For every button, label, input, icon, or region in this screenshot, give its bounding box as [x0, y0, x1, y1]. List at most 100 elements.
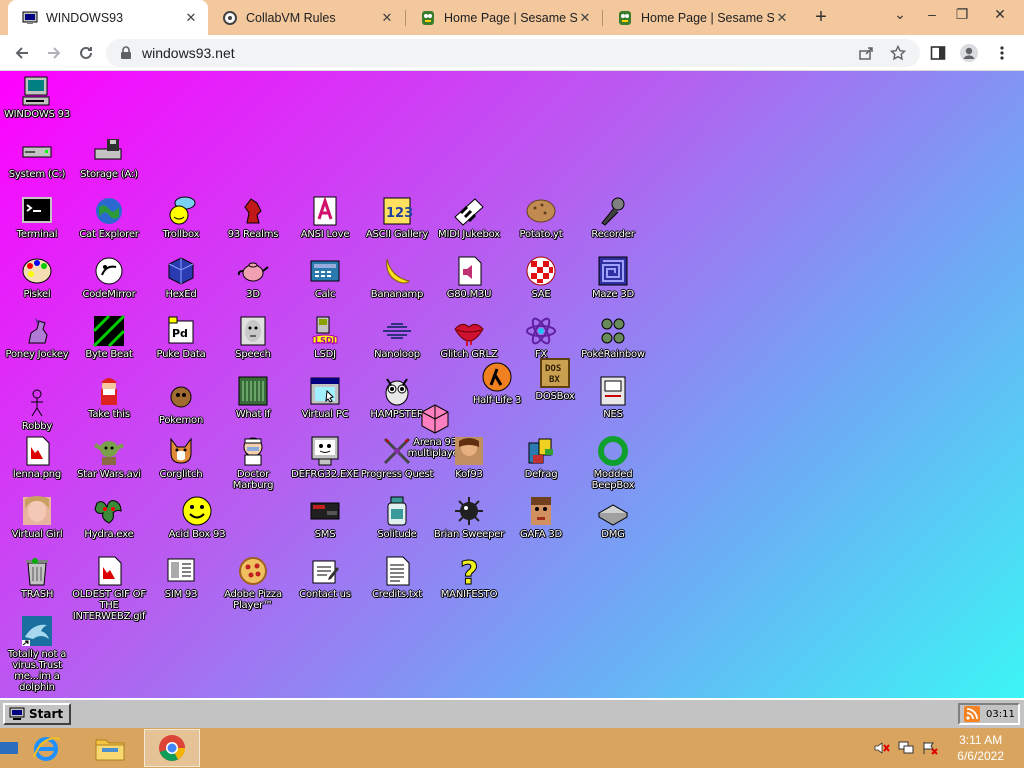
desktop-icon-defrg32[interactable]: DEFRG32.EXE: [288, 435, 362, 480]
yoda-icon: [94, 441, 124, 465]
desktop-icon-sms[interactable]: SMS: [288, 495, 362, 540]
address-bar[interactable]: windows93.net: [106, 39, 920, 67]
close-window-button[interactable]: ✕: [990, 4, 1010, 24]
desktop-icon-hexed[interactable]: HexEd: [144, 255, 218, 300]
back-button[interactable]: [10, 41, 34, 65]
desktop-icon-nanoloop[interactable]: Nanoloop: [360, 315, 434, 360]
desktop-icon-fx[interactable]: FX: [504, 315, 578, 360]
desktop-icon-byte-beat[interactable]: Byte Beat: [72, 315, 146, 360]
desktop-icon-storage-a[interactable]: Storage (A:): [72, 135, 146, 180]
desktop-icon-codemirror[interactable]: CodeMirror: [72, 255, 146, 300]
close-tab-icon[interactable]: ✕: [577, 10, 593, 26]
desktop-icon-manifesto[interactable]: ? MANIFESTO: [432, 555, 506, 600]
reload-button[interactable]: [74, 41, 98, 65]
desktop-icon-pokerainbow[interactable]: PokéRainbow: [576, 315, 650, 360]
tab-sesame-street-2[interactable]: Home Page | Sesame Stre ✕: [603, 0, 799, 35]
network-icon[interactable]: [898, 741, 914, 755]
restore-button[interactable]: ❐: [952, 4, 972, 24]
audio-file-icon: [458, 256, 482, 286]
icon-label: Progress Quest: [360, 469, 434, 480]
desktop-icon-glitch-grlz[interactable]: Glitch GRLZ: [432, 315, 506, 360]
desktop-icon-nes[interactable]: NES: [576, 375, 650, 420]
desktop-icon-bananamp[interactable]: Bananamp: [360, 255, 434, 300]
bookmark-button[interactable]: [886, 41, 910, 65]
profile-button[interactable]: [957, 41, 981, 65]
desktop-icon-ansi-love[interactable]: ANSI Love: [288, 195, 362, 240]
desktop-icon-robby[interactable]: Robby: [0, 387, 74, 432]
desktop-icon-system-c[interactable]: System (C:): [0, 135, 74, 180]
desktop-icon-kof93[interactable]: Kof93: [432, 435, 506, 480]
taskbar-file-explorer[interactable]: [82, 729, 138, 767]
icon-label: System (C:): [8, 169, 66, 180]
rss-icon[interactable]: [964, 706, 980, 722]
desktop-icon-potato[interactable]: Potato.yt: [504, 195, 578, 240]
desktop-icon-ascii-gallery[interactable]: 123 ASCII Gallery: [360, 195, 434, 240]
desktop-icon-dolphin[interactable]: Totally not a virus.Trust me...im a dolp…: [0, 615, 74, 693]
desktop-icon-midi-jukebox[interactable]: MIDI Jukebox: [432, 195, 506, 240]
desktop-icon-contact-us[interactable]: Contact us: [288, 555, 362, 600]
desktop-icon-windows93[interactable]: WINDOWS 93: [0, 75, 74, 120]
tab-collabvm-rules[interactable]: CollabVM Rules ✕: [208, 0, 404, 35]
clock-time: 3:11 AM: [959, 733, 1003, 747]
icon-label: Kof93: [455, 469, 483, 480]
desktop-icon-g80m3u[interactable]: G80.M3U: [432, 255, 506, 300]
desktop-icon-take-this[interactable]: Take this: [72, 375, 146, 420]
desktop-icon-oldest-gif[interactable]: OLDEST GIF OF THE INTERWEBZ.gif: [72, 555, 146, 622]
desktop-icon-speech[interactable]: Speech: [216, 315, 290, 360]
desktop-icon-credits[interactable]: Credits.txt: [360, 555, 434, 600]
desktop-icon-virtual-pc[interactable]: Virtual PC: [288, 375, 362, 420]
desktop-icon-cat-explorer[interactable]: Cat Explorer: [72, 195, 146, 240]
desktop-icon-trash[interactable]: TRASH: [0, 555, 74, 600]
desktop-icon-defrag[interactable]: Defrag: [504, 435, 578, 480]
chrome-menu-button[interactable]: [990, 41, 1014, 65]
desktop-icon-doctor-marburg[interactable]: Doctor Marburg: [216, 435, 290, 491]
desktop-icon-star-wars[interactable]: Star Wars.avi: [72, 435, 146, 480]
desktop-icon-virtual-girl[interactable]: Virtual Girl: [0, 495, 74, 540]
taskbar-google-chrome[interactable]: [144, 729, 200, 767]
desktop-icon-calc[interactable]: Calc: [288, 255, 362, 300]
desktop-icon-brian-sweeper[interactable]: Brian Sweeper: [432, 495, 506, 540]
piano-icon: [454, 198, 484, 226]
desktop-icon-dmg[interactable]: DMG: [576, 495, 650, 540]
tab-sesame-street-1[interactable]: Home Page | Sesame Stre ✕: [406, 0, 602, 35]
close-tab-icon[interactable]: ✕: [379, 10, 395, 26]
desktop-icon-acid-box[interactable]: Acid Box 93: [160, 495, 234, 540]
share-button[interactable]: [854, 41, 878, 65]
desktop-icon-poney-jockey[interactable]: Poney Jockey: [0, 315, 74, 360]
desktop-icon-gafa-3d[interactable]: GAFA 3D: [504, 495, 578, 540]
desktop-icon-lenna[interactable]: lenna.png: [0, 435, 74, 480]
windows-start-corner[interactable]: [0, 742, 18, 754]
new-tab-button[interactable]: +: [810, 6, 832, 28]
desktop-icon-corglitch[interactable]: Corglitch: [144, 435, 218, 480]
desktop-icon-solitude[interactable]: Solitude: [360, 495, 434, 540]
desktop-icon-modded-beepbox[interactable]: Modded BeepBox: [576, 435, 650, 491]
side-panel-button[interactable]: [926, 41, 950, 65]
question-mark-icon: ?: [460, 555, 480, 587]
w93-start-button[interactable]: Start: [3, 703, 71, 725]
minimize-button[interactable]: –: [922, 4, 942, 24]
system-clock[interactable]: 3:11 AM 6/6/2022: [957, 732, 1004, 764]
desktop-icon-sae[interactable]: SAE: [504, 255, 578, 300]
desktop-icon-sim93[interactable]: SIM 93: [144, 555, 218, 600]
close-tab-icon[interactable]: ✕: [774, 10, 790, 26]
desktop-icon-puke-data[interactable]: Pd Puke Data: [144, 315, 218, 360]
volume-muted-icon[interactable]: [874, 741, 890, 755]
desktop-icon-trollbox[interactable]: Trollbox: [144, 195, 218, 240]
desktop-icon-what-if[interactable]: What If: [216, 375, 290, 420]
desktop-icon-adobe-pizza[interactable]: Adobe Pizza Player™: [216, 555, 290, 611]
desktop-icon-hydra[interactable]: Hydra.exe: [72, 495, 146, 540]
desktop-icon-recorder[interactable]: Recorder: [576, 195, 650, 240]
tab-windows93[interactable]: WINDOWS93 ✕: [8, 0, 208, 35]
close-tab-icon[interactable]: ✕: [183, 10, 199, 26]
taskbar-internet-explorer[interactable]: [18, 729, 74, 767]
desktop-icon-maze-3d[interactable]: Maze 3D: [576, 255, 650, 300]
desktop-icon-3d[interactable]: 3D: [216, 255, 290, 300]
tab-search-chevron-icon[interactable]: ⌄: [890, 4, 910, 24]
desktop-icon-lsdj[interactable]: LSDJ LSDJ: [288, 315, 362, 360]
desktop-icon-pokemon[interactable]: Pokemon: [144, 381, 218, 426]
desktop-icon-terminal[interactable]: Terminal: [0, 195, 74, 240]
action-center-flag-icon[interactable]: [922, 741, 938, 755]
forward-button[interactable]: [42, 41, 66, 65]
desktop-icon-piskel[interactable]: Piskel: [0, 255, 74, 300]
desktop-icon-93-realms[interactable]: 93 Realms: [216, 195, 290, 240]
